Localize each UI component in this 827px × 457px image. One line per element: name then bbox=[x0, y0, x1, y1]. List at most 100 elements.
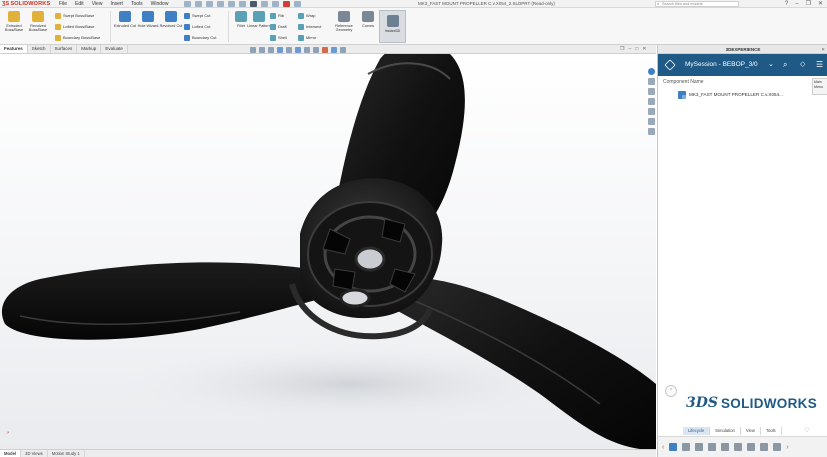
apply-scene-icon[interactable] bbox=[331, 46, 337, 53]
tab-3d-views[interactable]: 3D Views bbox=[21, 450, 48, 457]
dynamic-annotation-icon[interactable] bbox=[286, 46, 292, 53]
chevron-down-icon[interactable]: ⌄ bbox=[768, 54, 774, 76]
custom-properties-icon[interactable] bbox=[647, 128, 655, 135]
zoom-to-area-icon[interactable] bbox=[259, 46, 265, 53]
view-orientation-icon[interactable] bbox=[295, 46, 301, 53]
curves-button[interactable]: Curves bbox=[355, 11, 381, 28]
menu-edit[interactable]: Edit bbox=[74, 0, 85, 8]
design-library-icon[interactable] bbox=[647, 88, 655, 95]
menu-file[interactable]: File bbox=[58, 0, 68, 8]
resources-icon[interactable] bbox=[647, 78, 655, 85]
collapse-arrow-icon[interactable]: ⌃ bbox=[665, 385, 677, 397]
menu-view[interactable]: View bbox=[91, 0, 104, 8]
minimize-icon[interactable]: – bbox=[795, 0, 798, 8]
new-document-icon[interactable] bbox=[195, 1, 202, 7]
rebuild-icon[interactable] bbox=[261, 1, 268, 7]
options-gear-icon[interactable] bbox=[294, 1, 301, 7]
linear-pattern-button[interactable]: Linear Pattern bbox=[246, 11, 272, 28]
component-row[interactable]: MK3_FAST MOUNT PROPELLER C.v.X054... bbox=[678, 90, 783, 99]
compass-icon[interactable] bbox=[664, 59, 676, 71]
shell-button[interactable]: Shell bbox=[270, 33, 287, 42]
tab-evaluate[interactable]: Evaluate bbox=[101, 45, 128, 53]
tab-surfaces[interactable]: Surfaces bbox=[51, 45, 78, 53]
scroll-left-icon[interactable]: ‹ bbox=[662, 444, 664, 451]
menu-tools[interactable]: Tools bbox=[130, 0, 144, 8]
section-view-icon[interactable] bbox=[277, 46, 283, 53]
tab-motion-study[interactable]: Motion Study 1 bbox=[48, 450, 85, 457]
traffic-light-icon[interactable] bbox=[283, 1, 290, 7]
viewport-close-icon[interactable]: ✕ bbox=[642, 45, 646, 54]
menu-window[interactable]: Window bbox=[150, 0, 170, 8]
rib-button[interactable]: Rib bbox=[270, 11, 284, 20]
help-icon[interactable]: ? bbox=[785, 0, 788, 8]
viewport-minimize-icon[interactable]: – bbox=[628, 45, 631, 54]
tab-simulation[interactable]: Simulation bbox=[710, 427, 741, 435]
previous-view-icon[interactable] bbox=[268, 46, 274, 53]
select-icon[interactable] bbox=[250, 1, 257, 7]
view-settings-icon[interactable] bbox=[340, 46, 346, 53]
revolved-boss-button[interactable]: Revolved Boss/Base bbox=[25, 11, 51, 32]
open-icon[interactable] bbox=[206, 1, 213, 7]
download-icon[interactable] bbox=[760, 443, 769, 451]
search-input[interactable]: ⌕ Search files and models bbox=[655, 1, 739, 7]
3dexperience-icon[interactable] bbox=[647, 68, 655, 75]
viewport-restore-icon[interactable]: ❐ bbox=[620, 45, 624, 54]
reload-icon[interactable] bbox=[773, 443, 782, 451]
maturity-icon[interactable] bbox=[682, 443, 691, 451]
scroll-right-icon[interactable]: › bbox=[786, 444, 788, 451]
restore-icon[interactable]: ❐ bbox=[806, 0, 811, 8]
lock-icon[interactable] bbox=[695, 443, 704, 451]
tag-icon[interactable]: ◇ bbox=[800, 54, 805, 76]
history-icon[interactable] bbox=[747, 443, 756, 451]
file-properties-icon[interactable] bbox=[272, 1, 279, 7]
menu-insert[interactable]: Insert bbox=[109, 0, 124, 8]
boundary-cut-button[interactable]: Boundary Cut bbox=[184, 33, 216, 42]
hide-show-items-icon[interactable] bbox=[313, 46, 319, 53]
save-icon[interactable] bbox=[217, 1, 224, 7]
swept-boss-button[interactable]: Swept Boss/Base bbox=[55, 11, 94, 20]
search-icon[interactable]: ⌕ bbox=[783, 54, 787, 76]
home-icon[interactable] bbox=[184, 1, 191, 7]
edit-appearance-icon[interactable] bbox=[322, 46, 328, 53]
tab-view[interactable]: View bbox=[741, 427, 761, 435]
tab-lifecycle[interactable]: Lifecycle bbox=[683, 427, 711, 435]
close-icon[interactable]: ✕ bbox=[818, 0, 823, 8]
extruded-boss-button[interactable]: Extruded Boss/Base bbox=[1, 11, 27, 32]
file-explorer-icon[interactable] bbox=[647, 98, 655, 105]
intersect-button[interactable]: Intersect bbox=[298, 22, 321, 31]
graphics-area[interactable]: ↗ bbox=[0, 54, 656, 449]
tab-sketch[interactable]: Sketch bbox=[28, 45, 51, 53]
unlock-icon[interactable] bbox=[708, 443, 717, 451]
revision-icon[interactable] bbox=[721, 443, 730, 451]
solidworks-logo[interactable]: ƷSSOLIDWORKS bbox=[2, 0, 50, 8]
display-style-icon[interactable] bbox=[304, 46, 310, 53]
session-selector[interactable]: MySession - BEBOP_3/0 bbox=[685, 54, 758, 76]
reference-geometry-button[interactable]: Reference Geometry bbox=[331, 11, 357, 32]
panel-close-icon[interactable]: ✕ bbox=[821, 45, 825, 54]
lofted-cut-button[interactable]: Lofted Cut bbox=[184, 22, 210, 31]
compare-icon[interactable] bbox=[734, 443, 743, 451]
tab-features[interactable]: Features bbox=[0, 45, 28, 53]
draft-button[interactable]: Draft bbox=[270, 22, 287, 31]
revolved-cut-button[interactable]: Revolved Cut bbox=[158, 11, 184, 28]
tab-tools[interactable]: Tools bbox=[761, 427, 782, 435]
save-to-platform-icon[interactable] bbox=[669, 443, 678, 451]
tab-model[interactable]: Model bbox=[0, 450, 22, 457]
instant3d-button[interactable]: Instant3D bbox=[379, 10, 406, 43]
viewport-maximize-icon[interactable]: □ bbox=[635, 45, 638, 54]
propeller-blade-left[interactable] bbox=[1, 262, 320, 340]
zoom-to-fit-icon[interactable] bbox=[250, 46, 256, 53]
wrap-button[interactable]: Wrap bbox=[298, 11, 315, 20]
boundary-boss-button[interactable]: Boundary Boss/Base bbox=[55, 33, 100, 42]
swept-cut-button[interactable]: Swept Cut bbox=[184, 11, 210, 20]
appearances-icon[interactable] bbox=[647, 118, 655, 125]
view-palette-icon[interactable] bbox=[647, 108, 655, 115]
mirror-button[interactable]: Mirror bbox=[298, 33, 316, 42]
lofted-boss-button[interactable]: Lofted Boss/Base bbox=[55, 22, 94, 31]
undo-icon[interactable] bbox=[239, 1, 246, 7]
propeller-model[interactable] bbox=[0, 54, 656, 449]
menu-icon[interactable]: ☰ bbox=[816, 54, 823, 76]
tab-markup[interactable]: Markup bbox=[77, 45, 102, 53]
print-icon[interactable] bbox=[228, 1, 235, 7]
favorite-icon[interactable]: ♡ bbox=[804, 427, 809, 434]
